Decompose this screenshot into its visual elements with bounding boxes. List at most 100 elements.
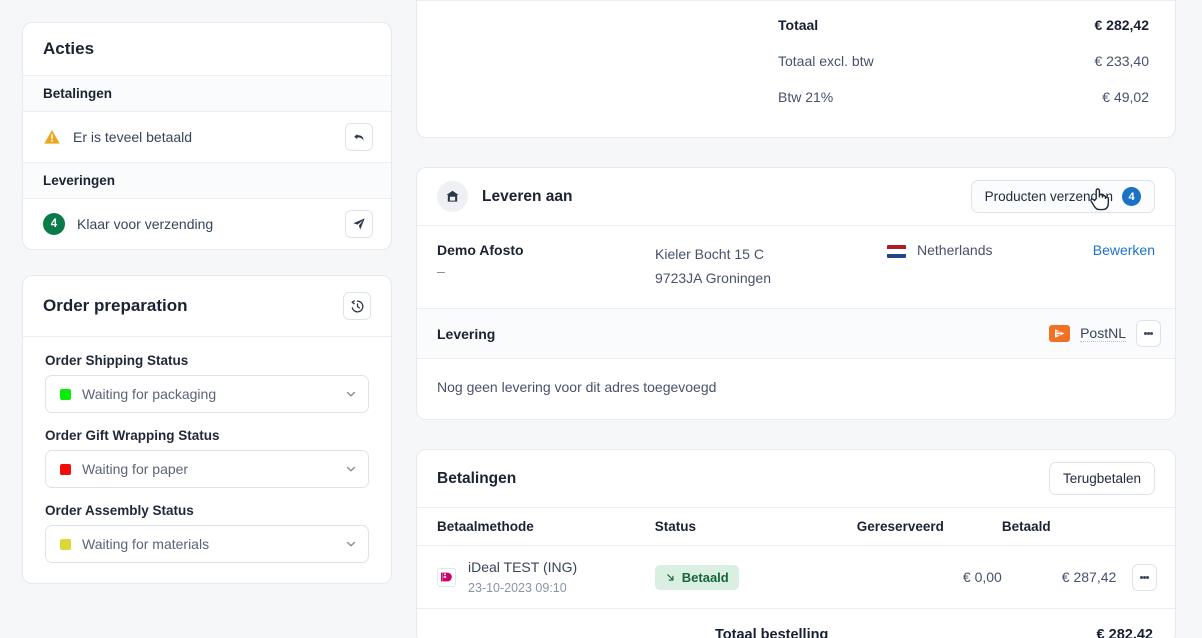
select-order-gift-wrapping-status[interactable]: Waiting for paper [45, 450, 369, 488]
delivery-empty-state-text: Nog geen levering voor dit adres toegevo… [437, 379, 717, 395]
field-order-assembly-status: Order Assembly Status Waiting for materi… [45, 503, 369, 563]
totals-value-excl-vat: € 233,40 [1094, 53, 1150, 69]
delivery-subsection-title: Levering [437, 325, 496, 342]
address-lines-block: Kieler Bocht 15 C 9723JA Groningen [655, 242, 887, 290]
totals-row-excl-vat: Totaal excl. btw € 233,40 [443, 43, 1149, 79]
payments-footer-label: Totaal bestelling [715, 627, 829, 638]
address-street: Kieler Bocht 15 C [655, 246, 764, 262]
delivery-subsection-header: Levering PostNL [417, 308, 1175, 359]
status-color-swatch-green [60, 388, 71, 400]
status-badge: Betaald [654, 564, 739, 590]
address-city: 9723JA Groningen [655, 270, 771, 286]
payment-method-cell: iDeal TEST (ING) 23-10-2023 09:10 [437, 559, 655, 595]
refund-button[interactable]: Terugbetalen [1048, 462, 1155, 495]
warning-triangle-icon [44, 129, 60, 144]
ideal-logo-glyph [441, 572, 452, 581]
totals-value-vat: € 49,02 [1102, 89, 1149, 105]
order-preparation-card: Order preparation Order Shipping Status … [22, 275, 392, 584]
field-label-shipping-status: Order Shipping Status [45, 353, 189, 368]
payments-footer-value: € 282,42 [1096, 627, 1153, 638]
status-badge-label: Betaald [681, 569, 729, 585]
action-row-overpaid[interactable]: Er is teveel betaald [23, 112, 391, 163]
totals-value-total: € 282,42 [1094, 17, 1150, 33]
payments-header-row: Betaalmethode Status Gereserveerd Betaal… [417, 508, 1175, 546]
send-products-button[interactable]: Producten verzenden 4 [970, 180, 1155, 213]
col-header-reserved: Gereserveerd [856, 508, 1002, 546]
ideal-logo-icon [437, 567, 456, 587]
ready-to-ship-count-badge: 4 [43, 213, 65, 235]
actions-group-payments-label: Betalingen [23, 76, 391, 112]
order-preparation-title: Order preparation [43, 296, 188, 315]
history-clock-icon [351, 299, 363, 312]
cell-paid: € 287,42 [1001, 545, 1117, 609]
field-order-gift-wrapping-status: Order Gift Wrapping Status Waiting for p… [45, 428, 369, 488]
delivery-kebab-menu-icon[interactable] [1136, 320, 1161, 347]
undo-arrow-icon-button[interactable] [345, 123, 373, 151]
undo-arrow-icon [353, 133, 363, 141]
order-preparation-body: Order Shipping Status Waiting for packag… [23, 337, 391, 583]
address-customer-name: Demo Afosto [437, 242, 524, 258]
payments-card: Betalingen Terugbetalen Betaalmethode St… [416, 449, 1176, 638]
order-detail-page: Acties Betalingen Er is teveel betaald L… [0, 0, 1202, 638]
deliver-to-title: Leveren aan [482, 187, 573, 205]
edit-address-link[interactable]: Bewerken [1093, 242, 1155, 290]
payments-table-body: iDeal TEST (ING) 23-10-2023 09:10 Betaal [417, 545, 1175, 609]
refund-button-label: Terugbetalen [1062, 471, 1141, 486]
payments-table: Betaalmethode Status Gereserveerd Betaal… [417, 508, 1175, 609]
totals-label-total: Totaal [778, 17, 819, 33]
cell-payment-method: iDeal TEST (ING) 23-10-2023 09:10 [417, 545, 655, 609]
left-sidebar: Acties Betalingen Er is teveel betaald L… [0, 0, 392, 584]
address-country-name: Netherlands [917, 242, 993, 258]
field-label-gift-wrapping-status: Order Gift Wrapping Status [45, 428, 220, 443]
address-country-block: Netherlands [887, 242, 1093, 290]
status-color-swatch-yellow [60, 538, 71, 550]
postnl-arrow-glyph [1054, 329, 1065, 338]
col-header-payment-method: Betaalmethode [417, 508, 655, 546]
cell-actions [1116, 545, 1175, 609]
netherlands-flag-icon [887, 245, 906, 258]
carrier-name[interactable]: PostNL [1080, 325, 1126, 342]
col-header-actions [1116, 508, 1175, 546]
main-content: Totaal € 282,42 Totaal excl. btw € 233,4… [392, 0, 1202, 638]
col-header-status: Status [654, 508, 857, 546]
arrow-down-right-icon [666, 573, 674, 581]
totals-row-total: Totaal € 282,42 [443, 3, 1149, 43]
payment-method-name: iDeal TEST (ING) [468, 559, 578, 575]
payments-table-head: Betaalmethode Status Gereserveerd Betaal… [417, 508, 1175, 546]
deliver-to-header: Leveren aan Producten verzenden 4 [417, 168, 1175, 226]
cell-status: Betaald [654, 545, 857, 609]
select-order-assembly-status[interactable]: Waiting for materials [45, 525, 369, 563]
col-header-paid: Betaald [1001, 508, 1117, 546]
address-secondary-line: – [437, 263, 445, 279]
payment-kebab-menu-icon[interactable] [1132, 563, 1157, 591]
select-value-shipping-status: Waiting for packaging [82, 386, 217, 402]
order-totals-card: Totaal € 282,42 Totaal excl. btw € 233,4… [416, 0, 1176, 138]
order-totals-body: Totaal € 282,42 Totaal excl. btw € 233,4… [417, 1, 1175, 137]
delivery-address-row: Demo Afosto – Kieler Bocht 15 C 9723JA G… [417, 226, 1175, 308]
send-plane-icon-button[interactable] [345, 210, 373, 238]
table-row[interactable]: iDeal TEST (ING) 23-10-2023 09:10 Betaal [417, 545, 1175, 609]
home-icon-wrapper [437, 181, 468, 212]
payment-method-text-block: iDeal TEST (ING) 23-10-2023 09:10 [468, 559, 577, 595]
chevron-down-icon [346, 541, 356, 547]
select-value-gift-wrapping-status: Waiting for paper [82, 461, 189, 477]
select-value-assembly-status: Waiting for materials [82, 536, 210, 552]
action-label-ready-to-ship: Klaar voor verzending [77, 216, 214, 232]
address-name-block: Demo Afosto – [437, 242, 655, 290]
totals-label-excl-vat: Totaal excl. btw [778, 53, 874, 69]
payments-footer: Totaal bestelling € 282,42 [417, 609, 1175, 638]
field-order-shipping-status: Order Shipping Status Waiting for packag… [45, 353, 369, 413]
order-preparation-header: Order preparation [23, 276, 391, 337]
history-clock-icon-button[interactable] [343, 292, 371, 320]
payments-title: Betalingen [437, 469, 517, 487]
actions-card: Acties Betalingen Er is teveel betaald L… [22, 22, 392, 250]
action-row-ready-to-ship[interactable]: 4 Klaar voor verzending [23, 199, 391, 249]
send-products-button-label: Producten verzenden [984, 189, 1113, 204]
payment-date: 23-10-2023 09:10 [468, 581, 567, 595]
field-label-assembly-status: Order Assembly Status [45, 503, 194, 518]
actions-group-deliveries-label: Leveringen [23, 163, 391, 199]
action-label-overpaid: Er is teveel betaald [73, 129, 193, 145]
chevron-down-icon [346, 391, 356, 397]
select-order-shipping-status[interactable]: Waiting for packaging [45, 375, 369, 413]
home-icon [446, 190, 459, 202]
